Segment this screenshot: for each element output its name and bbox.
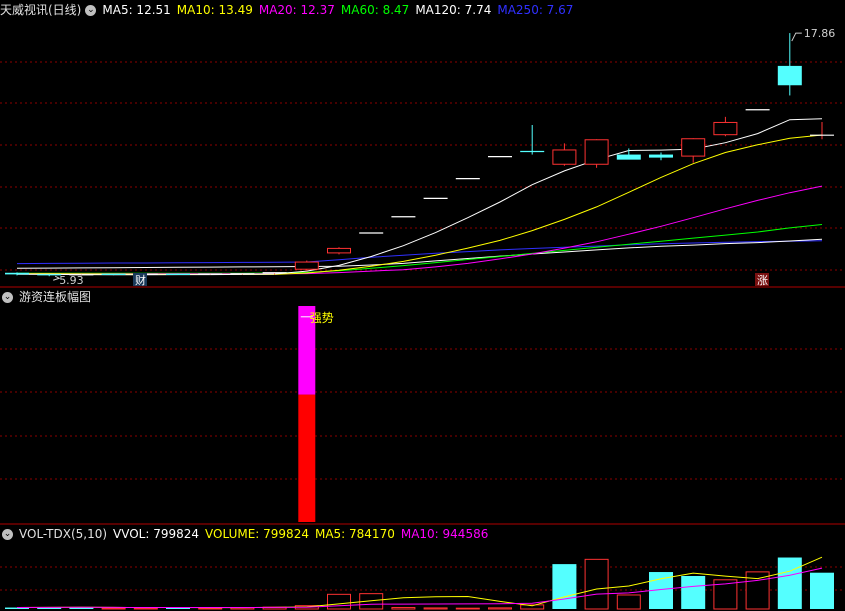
high-pointer bbox=[791, 32, 802, 42]
ma20-label: MA20: 12.37 bbox=[258, 3, 335, 17]
indicator-bar-segment bbox=[298, 394, 316, 522]
volume-bar bbox=[745, 571, 770, 610]
marker-right: 涨 bbox=[757, 274, 768, 287]
candle-body bbox=[327, 247, 351, 254]
volume-bar bbox=[455, 607, 480, 610]
volume-label: VOLUME: 799824 bbox=[205, 527, 309, 541]
volume-bar bbox=[198, 607, 223, 610]
stock-title: 天威视讯(日线) bbox=[0, 3, 82, 17]
vvol-label: VVOL: 799824 bbox=[113, 527, 200, 541]
volume-bar bbox=[810, 572, 834, 609]
candle-body bbox=[294, 261, 319, 270]
volume-bar bbox=[133, 607, 158, 610]
volume-bar bbox=[616, 594, 641, 610]
volume-bar bbox=[552, 564, 577, 609]
volume-bar bbox=[681, 576, 706, 609]
volume-title: VOL-TDX(5,10) bbox=[19, 527, 108, 541]
ma-line-ma250 bbox=[16, 240, 823, 265]
volume-bar bbox=[166, 607, 190, 609]
marker-left: 财 bbox=[135, 273, 146, 287]
chevron-down-icon[interactable]: ⌄ bbox=[2, 291, 13, 303]
indicator-title: 游资连板幅图 bbox=[19, 290, 92, 304]
vol-ma10-label: MA10: 944586 bbox=[400, 527, 489, 541]
candle-body bbox=[552, 149, 577, 165]
chevron-down-icon[interactable]: ⌄ bbox=[2, 528, 13, 540]
candle-body bbox=[649, 154, 673, 158]
chevron-down-icon[interactable]: ⌄ bbox=[85, 4, 97, 16]
ma250-label: MA250: 7.67 bbox=[497, 3, 574, 17]
candle-body bbox=[777, 65, 802, 86]
volume-bar bbox=[488, 607, 512, 610]
ma5-label: MA5: 12.51 bbox=[102, 3, 171, 17]
candle-body bbox=[616, 154, 641, 160]
volume-bar bbox=[391, 607, 416, 610]
volume-legend: ⌄ VOL-TDX(5,10) VVOL: 799824 VOLUME: 799… bbox=[0, 525, 494, 543]
volume-bar bbox=[101, 607, 126, 610]
main-legend: 天威视讯(日线) ⌄ MA5: 12.51 MA10: 13.49 MA20: … bbox=[0, 1, 579, 19]
candle-body bbox=[681, 138, 706, 157]
volume-bar bbox=[423, 607, 448, 610]
candle-body bbox=[584, 139, 609, 165]
ma10-label: MA10: 13.49 bbox=[176, 3, 253, 17]
chart-canvas: 17.86 5.93 财 涨强势 bbox=[0, 27, 845, 610]
low-label: 5.93 bbox=[59, 274, 83, 287]
volume-bar bbox=[584, 558, 609, 610]
candle-body bbox=[713, 121, 738, 136]
ma-line-ma60 bbox=[17, 224, 823, 274]
ma120-label: MA120: 7.74 bbox=[415, 3, 492, 17]
high-label: 17.86 bbox=[804, 27, 836, 40]
indicator-legend: ⌄ 游资连板幅图 bbox=[0, 288, 97, 306]
candle-body bbox=[5, 272, 29, 275]
vol-ma5-label: MA5: 784170 bbox=[314, 527, 395, 541]
ma60-label: MA60: 8.47 bbox=[340, 3, 410, 17]
volume-bar bbox=[777, 557, 802, 609]
ma-line-ma20 bbox=[17, 185, 823, 275]
indicator-annotation: 强势 bbox=[310, 311, 334, 325]
volume-bar bbox=[327, 593, 351, 610]
